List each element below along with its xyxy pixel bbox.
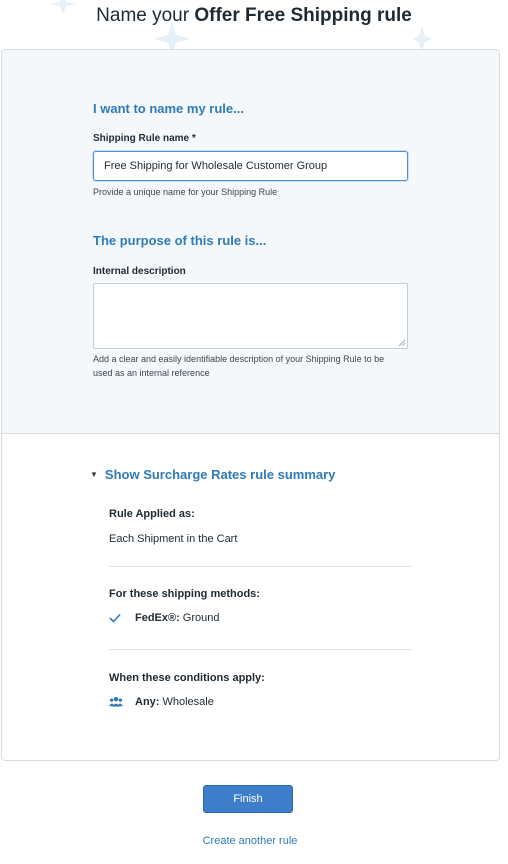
description-help: Add a clear and easily identifiable desc… — [93, 354, 385, 378]
page-title: Name your Offer Free Shipping rule — [0, 5, 508, 27]
rule-name-label: Shipping Rule name * — [93, 133, 196, 144]
naming-panel: I want to name my rule... Shipping Rule … — [2, 50, 499, 434]
rule-name-input[interactable] — [93, 151, 408, 181]
page-title-prefix: Name your — [96, 5, 195, 26]
condition-scope: Any: — [135, 696, 160, 708]
rule-applied-label: Rule Applied as: — [109, 508, 195, 520]
finish-button[interactable]: Finish — [203, 785, 293, 813]
name-section-heading: I want to name my rule... — [93, 101, 244, 116]
conditions-label: When these conditions apply: — [109, 672, 265, 684]
shipping-method-item: FedEx®: Ground — [109, 612, 219, 624]
description-textarea[interactable] — [93, 283, 408, 349]
condition-value: Wholesale — [162, 696, 214, 708]
rule-name-help: Provide a unique name for your Shipping … — [93, 187, 278, 197]
rule-applied-value: Each Shipment in the Cart — [109, 533, 238, 545]
create-another-rule-link[interactable]: Create another rule — [0, 835, 500, 847]
shipping-service: Ground — [182, 612, 220, 624]
summary-toggle[interactable]: ▼ Show Surcharge Rates rule summary — [90, 467, 335, 482]
customer-group-icon — [109, 696, 123, 708]
caret-down-icon: ▼ — [90, 470, 98, 479]
shipping-carrier: FedEx®: — [135, 612, 180, 624]
summary-divider — [109, 566, 412, 567]
summary-divider — [109, 649, 412, 650]
rule-form-card: I want to name my rule... Shipping Rule … — [1, 49, 500, 761]
condition-item: Any: Wholesale — [109, 696, 214, 708]
purpose-section-heading: The purpose of this rule is... — [93, 233, 267, 248]
check-icon — [109, 613, 123, 623]
summary-toggle-label: Show Surcharge Rates rule summary — [104, 467, 336, 482]
page-title-rule-type: Offer Free Shipping rule — [194, 5, 412, 26]
resize-handle-icon[interactable] — [398, 339, 406, 347]
shipping-methods-label: For these shipping methods: — [109, 588, 260, 600]
description-label: Internal description — [93, 266, 186, 277]
